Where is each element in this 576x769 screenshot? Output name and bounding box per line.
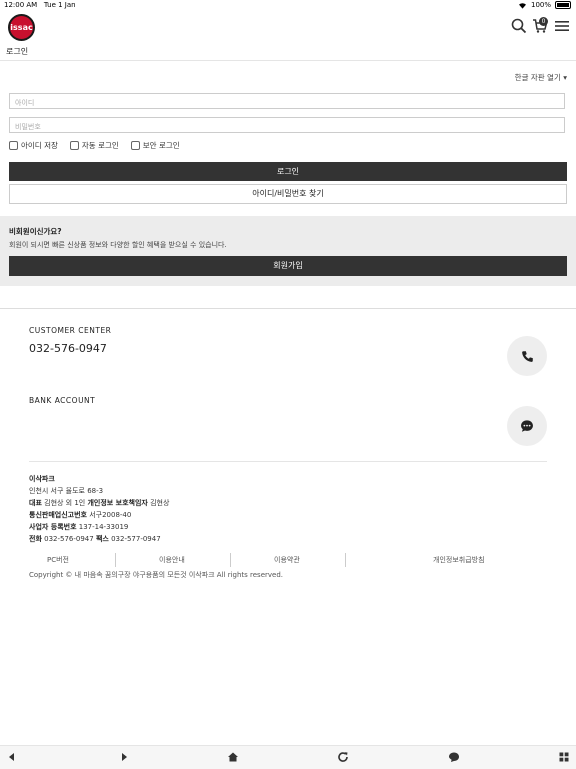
bottom-toolbar [0, 745, 576, 769]
find-account-button[interactable]: 아이디/비밀번호 찾기 [9, 184, 567, 204]
chat-button[interactable] [507, 406, 547, 446]
id-input[interactable]: 아이디 [9, 93, 565, 109]
password-input[interactable]: 비밀번호 [9, 117, 565, 133]
rep-label: 대표 [29, 499, 42, 507]
auto-login-checkbox[interactable] [69, 141, 79, 150]
status-date: Tue 1 Jan [43, 1, 76, 9]
save-id-checkbox[interactable] [9, 141, 18, 150]
status-right: 100% [518, 1, 571, 9]
divider [29, 461, 547, 462]
mail-order-number: 통신판매업신고번호 서구2008-40 [29, 510, 131, 520]
secure-login-checkbox[interactable] [130, 141, 140, 150]
phone-icon [521, 350, 533, 362]
app-header: issac 0 [0, 11, 576, 59]
save-id-label: 아이디 저장 [21, 141, 58, 150]
login-button[interactable]: 로그인 [9, 162, 567, 181]
chat-icon [521, 420, 533, 432]
copyright: Copyright © 내 마음속 꿈의구장 야구용품의 모든것 이삭파크 Al… [29, 571, 284, 579]
home-icon[interactable] [227, 751, 239, 763]
guest-description: 회원이 되시면 빠른 신상품 정보와 다양한 할인 혜택을 받으실 수 있습니다… [9, 241, 227, 249]
back-icon[interactable] [6, 751, 18, 763]
link-separator [230, 553, 231, 567]
contact-numbers: 전화 032-576-0947 팩스 032-577-0947 [29, 534, 161, 544]
privacy-value: 김현상 [150, 499, 170, 507]
tel-value: 032-576-0947 [44, 535, 94, 543]
tel-label: 전화 [29, 535, 42, 543]
battery-icon [555, 1, 571, 9]
footer-link-pc[interactable]: PC버전 [47, 555, 69, 565]
footer-link-terms[interactable]: 이용약관 [274, 555, 300, 565]
guest-heading: 비회원이신가요? [9, 227, 62, 236]
mail-label: 통신판매업신고번호 [29, 511, 87, 519]
mail-value: 서구2008-40 [89, 511, 132, 519]
auto-login-label: 자동 로그인 [81, 141, 119, 150]
company-address: 인천시 서구 율도로 68-3 [29, 487, 104, 495]
auto-login-option[interactable]: 자동 로그인 [69, 140, 119, 151]
company-name: 이삭파크 [29, 474, 55, 484]
fax-value: 032-577-0947 [111, 535, 161, 543]
menu-icon[interactable] [554, 18, 570, 34]
join-button[interactable]: 회원가입 [9, 256, 567, 276]
rep-value: 김현상 외 1인 [44, 499, 86, 507]
link-separator [115, 553, 116, 567]
fax-label: 팩스 [95, 535, 109, 543]
chat-toolbar-icon[interactable] [448, 751, 460, 763]
refresh-icon[interactable] [337, 751, 349, 763]
footer-link-privacy[interactable]: 개인정보취급방침 [433, 555, 485, 565]
business-number: 사업자 등록번호 137-14-33019 [29, 522, 128, 532]
page-title: 로그인 [6, 47, 29, 56]
status-clock: 12:00 AM [4, 1, 38, 9]
footer-links: PC버전 이용안내 이용약관 개인정보취급방침 [0, 553, 576, 567]
biz-label: 사업자 등록번호 [29, 523, 77, 531]
status-time: 12:00 AM Tue 1 Jan [4, 1, 76, 9]
forward-icon[interactable] [118, 751, 130, 763]
customer-center-title: CUSTOMER CENTER [29, 326, 112, 335]
keyboard-language-toggle[interactable]: 한글 자판 열기 ▾ [515, 72, 567, 83]
link-separator [345, 553, 346, 567]
logo-text: issac [10, 23, 33, 32]
footer-link-guide[interactable]: 이용안내 [159, 555, 185, 565]
company-representative: 대표 김현상 외 1인 개인정보 보호책임자 김현상 [29, 498, 169, 508]
status-bar: 12:00 AM Tue 1 Jan 100% [0, 0, 576, 11]
biz-value: 137-14-33019 [78, 523, 129, 531]
call-button[interactable] [507, 336, 547, 376]
privacy-label: 개인정보 보호책임자 [87, 499, 148, 507]
divider [0, 308, 576, 309]
customer-phone: 032-576-0947 [29, 342, 107, 355]
secure-login-label: 보안 로그인 [142, 141, 180, 150]
save-id-option[interactable]: 아이디 저장 [9, 140, 58, 151]
company-name-text: 이삭파크 [29, 475, 55, 483]
secure-login-option[interactable]: 보안 로그인 [130, 140, 180, 151]
guest-section: 비회원이신가요? 회원이 되시면 빠른 신상품 정보와 다양한 할인 혜택을 받… [0, 216, 576, 286]
search-icon[interactable] [511, 18, 527, 34]
login-options: 아이디 저장 자동 로그인 보안 로그인 [9, 140, 180, 151]
grid-menu-icon[interactable] [558, 751, 570, 763]
divider [0, 60, 576, 61]
wifi-icon [518, 2, 526, 9]
brand-logo[interactable]: issac [8, 14, 35, 41]
cart-count-badge: 0 [539, 17, 548, 26]
bank-account-title: BANK ACCOUNT [29, 396, 96, 405]
battery-percent: 100% [530, 1, 551, 9]
